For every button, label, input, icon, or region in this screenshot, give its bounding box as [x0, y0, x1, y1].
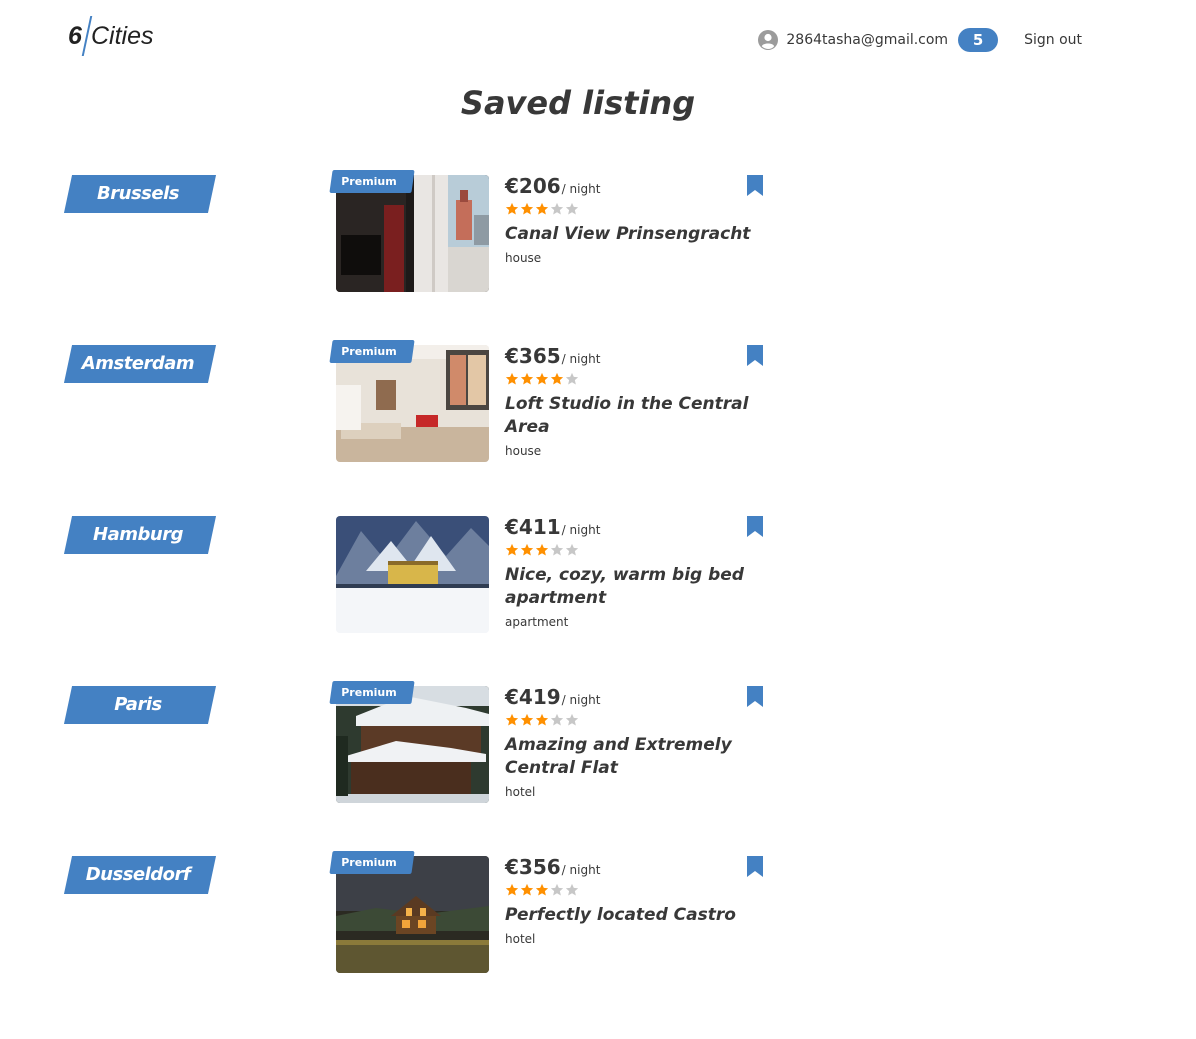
- place-card: €411/ night Nice, cozy, warm big bed apa…: [336, 511, 766, 641]
- star-empty-icon: [565, 883, 579, 896]
- star-filled-icon: [535, 202, 549, 215]
- star-filled-icon: [535, 372, 549, 385]
- favorites-location-item: Dusseldorf Premium €356/ night Perfectly…: [63, 851, 804, 981]
- bookmark-icon[interactable]: [746, 516, 764, 538]
- price-value: €206: [505, 174, 561, 198]
- place-card: Premium €419/ night Amazing and Extremel…: [329, 681, 766, 811]
- star-empty-icon: [565, 202, 579, 215]
- user-nav: 2864tasha@gmail.com 5 Sign out: [758, 27, 1082, 53]
- star-filled-icon: [505, 713, 519, 726]
- place-type: house: [505, 251, 542, 265]
- city-tag-amsterdam[interactable]: [63, 345, 217, 383]
- city-tag-hamburg[interactable]: [63, 516, 217, 554]
- star-filled-icon: [520, 543, 534, 556]
- price-per-night: / night: [561, 182, 601, 196]
- logo-text: Cities: [91, 22, 154, 50]
- premium-badge: Premium: [329, 851, 415, 874]
- place-card-image[interactable]: [336, 516, 489, 633]
- price-per-night: / night: [561, 523, 601, 537]
- favorites-count-badge[interactable]: 5: [958, 28, 999, 52]
- star-empty-icon: [550, 543, 564, 556]
- premium-badge: Premium: [329, 340, 415, 363]
- star-filled-icon: [520, 202, 534, 215]
- price-value: €411: [505, 515, 561, 539]
- star-filled-icon: [535, 543, 549, 556]
- premium-label: Premium: [341, 175, 397, 188]
- star-empty-icon: [565, 713, 579, 726]
- bookmark-icon[interactable]: [746, 856, 764, 878]
- place-title-link[interactable]: Canal View Prinsengracht: [505, 223, 755, 246]
- place-card: Premium €356/ night Perfectly located Ca…: [329, 851, 766, 981]
- favorites-location-item: Paris Premium €419/ night Amazing and Ex…: [63, 681, 804, 811]
- star-filled-icon: [505, 202, 519, 215]
- star-filled-icon: [520, 713, 534, 726]
- rating-stars: [505, 713, 765, 729]
- star-filled-icon: [550, 372, 564, 385]
- place-type: house: [505, 444, 542, 458]
- star-filled-icon: [520, 883, 534, 896]
- price-per-night: / night: [561, 693, 601, 707]
- star-filled-icon: [535, 713, 549, 726]
- user-avatar-icon: [758, 30, 779, 50]
- bookmark-icon[interactable]: [746, 686, 764, 708]
- star-empty-icon: [550, 883, 564, 896]
- price-value: €365: [505, 344, 561, 368]
- mountain-hotel-image: [336, 516, 489, 633]
- bookmark-icon[interactable]: [746, 175, 764, 197]
- premium-badge: Premium: [329, 170, 415, 193]
- sign-out-link[interactable]: Sign out: [1024, 32, 1082, 48]
- place-title-link[interactable]: Amazing and Extremely Central Flat: [505, 734, 755, 780]
- place-type: apartment: [505, 615, 569, 629]
- star-filled-icon: [505, 372, 519, 385]
- rating-stars: [505, 883, 765, 899]
- star-filled-icon: [520, 372, 534, 385]
- city-tag-brussels[interactable]: [63, 175, 217, 213]
- premium-label: Premium: [341, 686, 397, 699]
- place-card: Premium €206/ night Canal View Prinsengr…: [329, 170, 766, 300]
- place-card: Premium €365/ night Loft Studio in the C…: [329, 340, 766, 470]
- star-filled-icon: [535, 883, 549, 896]
- rating-stars: [505, 202, 765, 218]
- city-tag-paris[interactable]: [63, 686, 217, 724]
- price-per-night: / night: [561, 863, 601, 877]
- rating-stars: [505, 372, 765, 388]
- star-empty-icon: [565, 372, 579, 385]
- price-value: €356: [505, 855, 561, 879]
- price-value: €419: [505, 685, 561, 709]
- city-tag-dusseldorf[interactable]: [63, 856, 217, 894]
- place-type: hotel: [505, 785, 536, 799]
- premium-label: Premium: [341, 856, 397, 869]
- star-empty-icon: [565, 543, 579, 556]
- page-header: 6 Cities 2864tasha@gmail.com 5 Sign out: [0, 0, 1196, 78]
- user-email[interactable]: 2864tasha@gmail.com: [786, 32, 948, 48]
- star-empty-icon: [550, 713, 564, 726]
- star-empty-icon: [550, 202, 564, 215]
- favorites-location-item: Brussels Premium €206/ night Canal View …: [63, 170, 804, 300]
- price-per-night: / night: [561, 352, 601, 366]
- place-title-link[interactable]: Loft Studio in the Central Area: [505, 393, 755, 439]
- premium-label: Premium: [341, 345, 397, 358]
- page-title: Saved listing: [460, 84, 696, 122]
- star-filled-icon: [505, 543, 519, 556]
- premium-badge: Premium: [329, 681, 415, 704]
- place-title-link[interactable]: Perfectly located Castro: [505, 904, 755, 927]
- bookmark-icon[interactable]: [746, 345, 764, 367]
- place-title-link[interactable]: Nice, cozy, warm big bed apartment: [505, 564, 755, 610]
- star-filled-icon: [505, 883, 519, 896]
- place-type: hotel: [505, 932, 536, 946]
- logo-number: 6: [68, 22, 82, 50]
- favorites-location-item: Amsterdam Premium €365/ night Loft Studi…: [63, 340, 804, 470]
- rating-stars: [505, 543, 765, 559]
- favorites-location-item: Hamburg €411/ night Nice, cozy, warm big…: [63, 511, 804, 641]
